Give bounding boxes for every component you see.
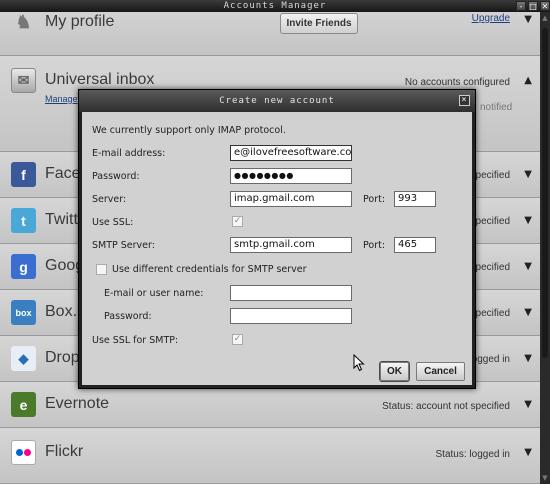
service-name-facebook: Face bbox=[45, 165, 81, 182]
port-field[interactable]: 993 bbox=[394, 191, 436, 207]
scroll-down-icon[interactable]: ▼ bbox=[541, 474, 549, 482]
window-titlebar: Accounts Manager - □ ✕ bbox=[0, 0, 550, 12]
chevron-down-icon[interactable]: ▼ bbox=[524, 261, 532, 272]
service-status-facebook: pecified bbox=[475, 170, 510, 181]
close-window-button[interactable]: ✕ bbox=[540, 1, 550, 11]
ssl-checkbox[interactable]: ✓ bbox=[232, 216, 243, 227]
chevron-down-icon[interactable]: ▼ bbox=[524, 307, 532, 318]
service-status-twitter: pecified bbox=[475, 216, 510, 227]
email-field[interactable]: e@ilovefreesoftware.com bbox=[230, 145, 352, 161]
inbox-status: No accounts configured bbox=[404, 77, 510, 88]
dialog-titlebar: Create new account × bbox=[79, 90, 475, 112]
create-account-dialog: Create new account × We currently suppor… bbox=[78, 89, 476, 389]
inbox-name: Universal inbox bbox=[45, 71, 155, 88]
server-label: Server: bbox=[92, 194, 127, 205]
flickr-icon bbox=[11, 440, 36, 465]
smtp-password-field[interactable] bbox=[230, 308, 352, 324]
invite-friends-button[interactable]: Invite Friends bbox=[280, 13, 358, 34]
service-name-twitter: Twitt bbox=[45, 211, 78, 228]
smtp-user-label: E-mail or user name: bbox=[104, 288, 204, 299]
server-field[interactable]: imap.gmail.com bbox=[230, 191, 352, 207]
cancel-button[interactable]: Cancel bbox=[416, 362, 465, 381]
mouse-cursor-icon bbox=[353, 354, 365, 372]
chevron-down-icon[interactable]: ▼ bbox=[524, 353, 532, 364]
ssl-smtp-label: Use SSL for SMTP: bbox=[92, 335, 179, 346]
dialog-close-icon[interactable]: × bbox=[459, 95, 470, 106]
port-label: Port: bbox=[363, 194, 386, 205]
different-credentials-checkbox[interactable] bbox=[96, 264, 107, 275]
password-field[interactable]: ●●●●●●●● bbox=[230, 168, 352, 184]
profile-name: My profile bbox=[45, 13, 115, 30]
chevron-down-icon[interactable]: ▼ bbox=[524, 215, 532, 226]
evernote-icon: e bbox=[11, 392, 36, 417]
email-label: E-mail address: bbox=[92, 148, 166, 159]
scrollbar-thumb[interactable] bbox=[542, 28, 548, 358]
service-name-evernote: Evernote bbox=[45, 395, 110, 412]
dialog-body: We currently support only IMAP protocol.… bbox=[82, 112, 472, 385]
scrollbar[interactable]: ▲ ▼ bbox=[540, 12, 550, 484]
dialog-intro-text: We currently support only IMAP protocol. bbox=[92, 125, 286, 136]
service-status-google: pecified bbox=[475, 262, 510, 273]
profile-avatar-icon: ♞ bbox=[15, 12, 32, 32]
notified-text: notified bbox=[480, 102, 513, 113]
smtp-port-label: Port: bbox=[363, 240, 386, 251]
dialog-title: Create new account bbox=[219, 96, 335, 106]
upgrade-link[interactable]: Upgrade bbox=[472, 13, 510, 24]
chevron-down-icon[interactable]: ▼ bbox=[524, 169, 532, 180]
facebook-icon: f bbox=[11, 162, 36, 187]
ssl-smtp-checkbox[interactable]: ✓ bbox=[232, 334, 243, 345]
manage-link[interactable]: Manage bbox=[45, 94, 78, 104]
window-title: Accounts Manager bbox=[223, 1, 327, 11]
minimize-button[interactable]: - bbox=[516, 1, 526, 11]
ssl-label: Use SSL: bbox=[92, 217, 134, 228]
service-status-flickr: Status: logged in bbox=[435, 449, 511, 460]
service-status-evernote: Status: account not specified bbox=[382, 401, 510, 412]
service-name-dropbox: Drop bbox=[45, 349, 80, 366]
ok-button[interactable]: OK bbox=[380, 362, 409, 381]
dropbox-icon: ◆ bbox=[11, 346, 36, 371]
scroll-up-icon[interactable]: ▲ bbox=[541, 14, 549, 22]
restore-button[interactable]: □ bbox=[528, 1, 538, 11]
password-label: Password: bbox=[92, 171, 140, 182]
smtp-server-label: SMTP Server: bbox=[92, 240, 155, 251]
box-icon: box bbox=[11, 300, 36, 325]
service-name-flickr: Flickr bbox=[45, 443, 84, 460]
google-icon: g bbox=[11, 254, 36, 279]
service-status-box: pecified bbox=[475, 308, 510, 319]
chevron-down-icon[interactable]: ▼ bbox=[524, 399, 532, 410]
smtp-server-field[interactable]: smtp.gmail.com bbox=[230, 237, 352, 253]
service-name-box: Box. bbox=[45, 303, 78, 320]
inbox-envelope-icon: ✉ bbox=[11, 68, 36, 93]
profile-row[interactable]: ♞ My profile Invite Friends Upgrade ▼ bbox=[0, 12, 540, 56]
different-credentials-label: Use different credentials for SMTP serve… bbox=[112, 264, 307, 275]
smtp-port-field[interactable]: 465 bbox=[394, 237, 436, 253]
chevron-down-icon[interactable]: ▼ bbox=[524, 447, 532, 458]
service-row-flickr[interactable]: Flickr Status: logged in ▼ bbox=[0, 428, 540, 484]
chevron-up-icon[interactable]: ▲ bbox=[524, 75, 532, 86]
twitter-icon: t bbox=[11, 208, 36, 233]
smtp-password-label: Password: bbox=[104, 311, 152, 322]
chevron-down-icon[interactable]: ▼ bbox=[524, 14, 532, 25]
smtp-user-field[interactable] bbox=[230, 285, 352, 301]
